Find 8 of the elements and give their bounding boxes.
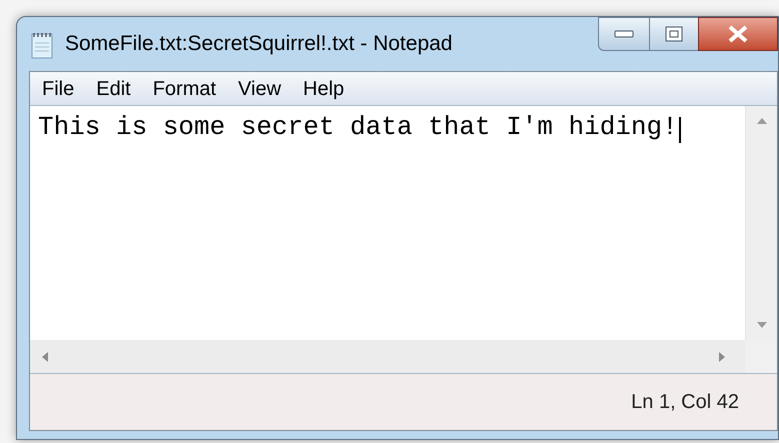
menu-item[interactable]: View <box>234 74 286 104</box>
menu-item[interactable]: Help <box>299 74 348 104</box>
menu-item[interactable]: File <box>38 74 78 104</box>
cursor-position: Ln 1, Col 42 <box>631 390 739 415</box>
menu-item[interactable]: Format <box>148 74 220 104</box>
menu-item[interactable]: Edit <box>92 74 135 104</box>
document-text: This is some secret data that I'm hiding! <box>38 112 678 142</box>
window-title: SomeFile.txt:SecretSquirrel!.txt - Notepad <box>65 31 452 57</box>
